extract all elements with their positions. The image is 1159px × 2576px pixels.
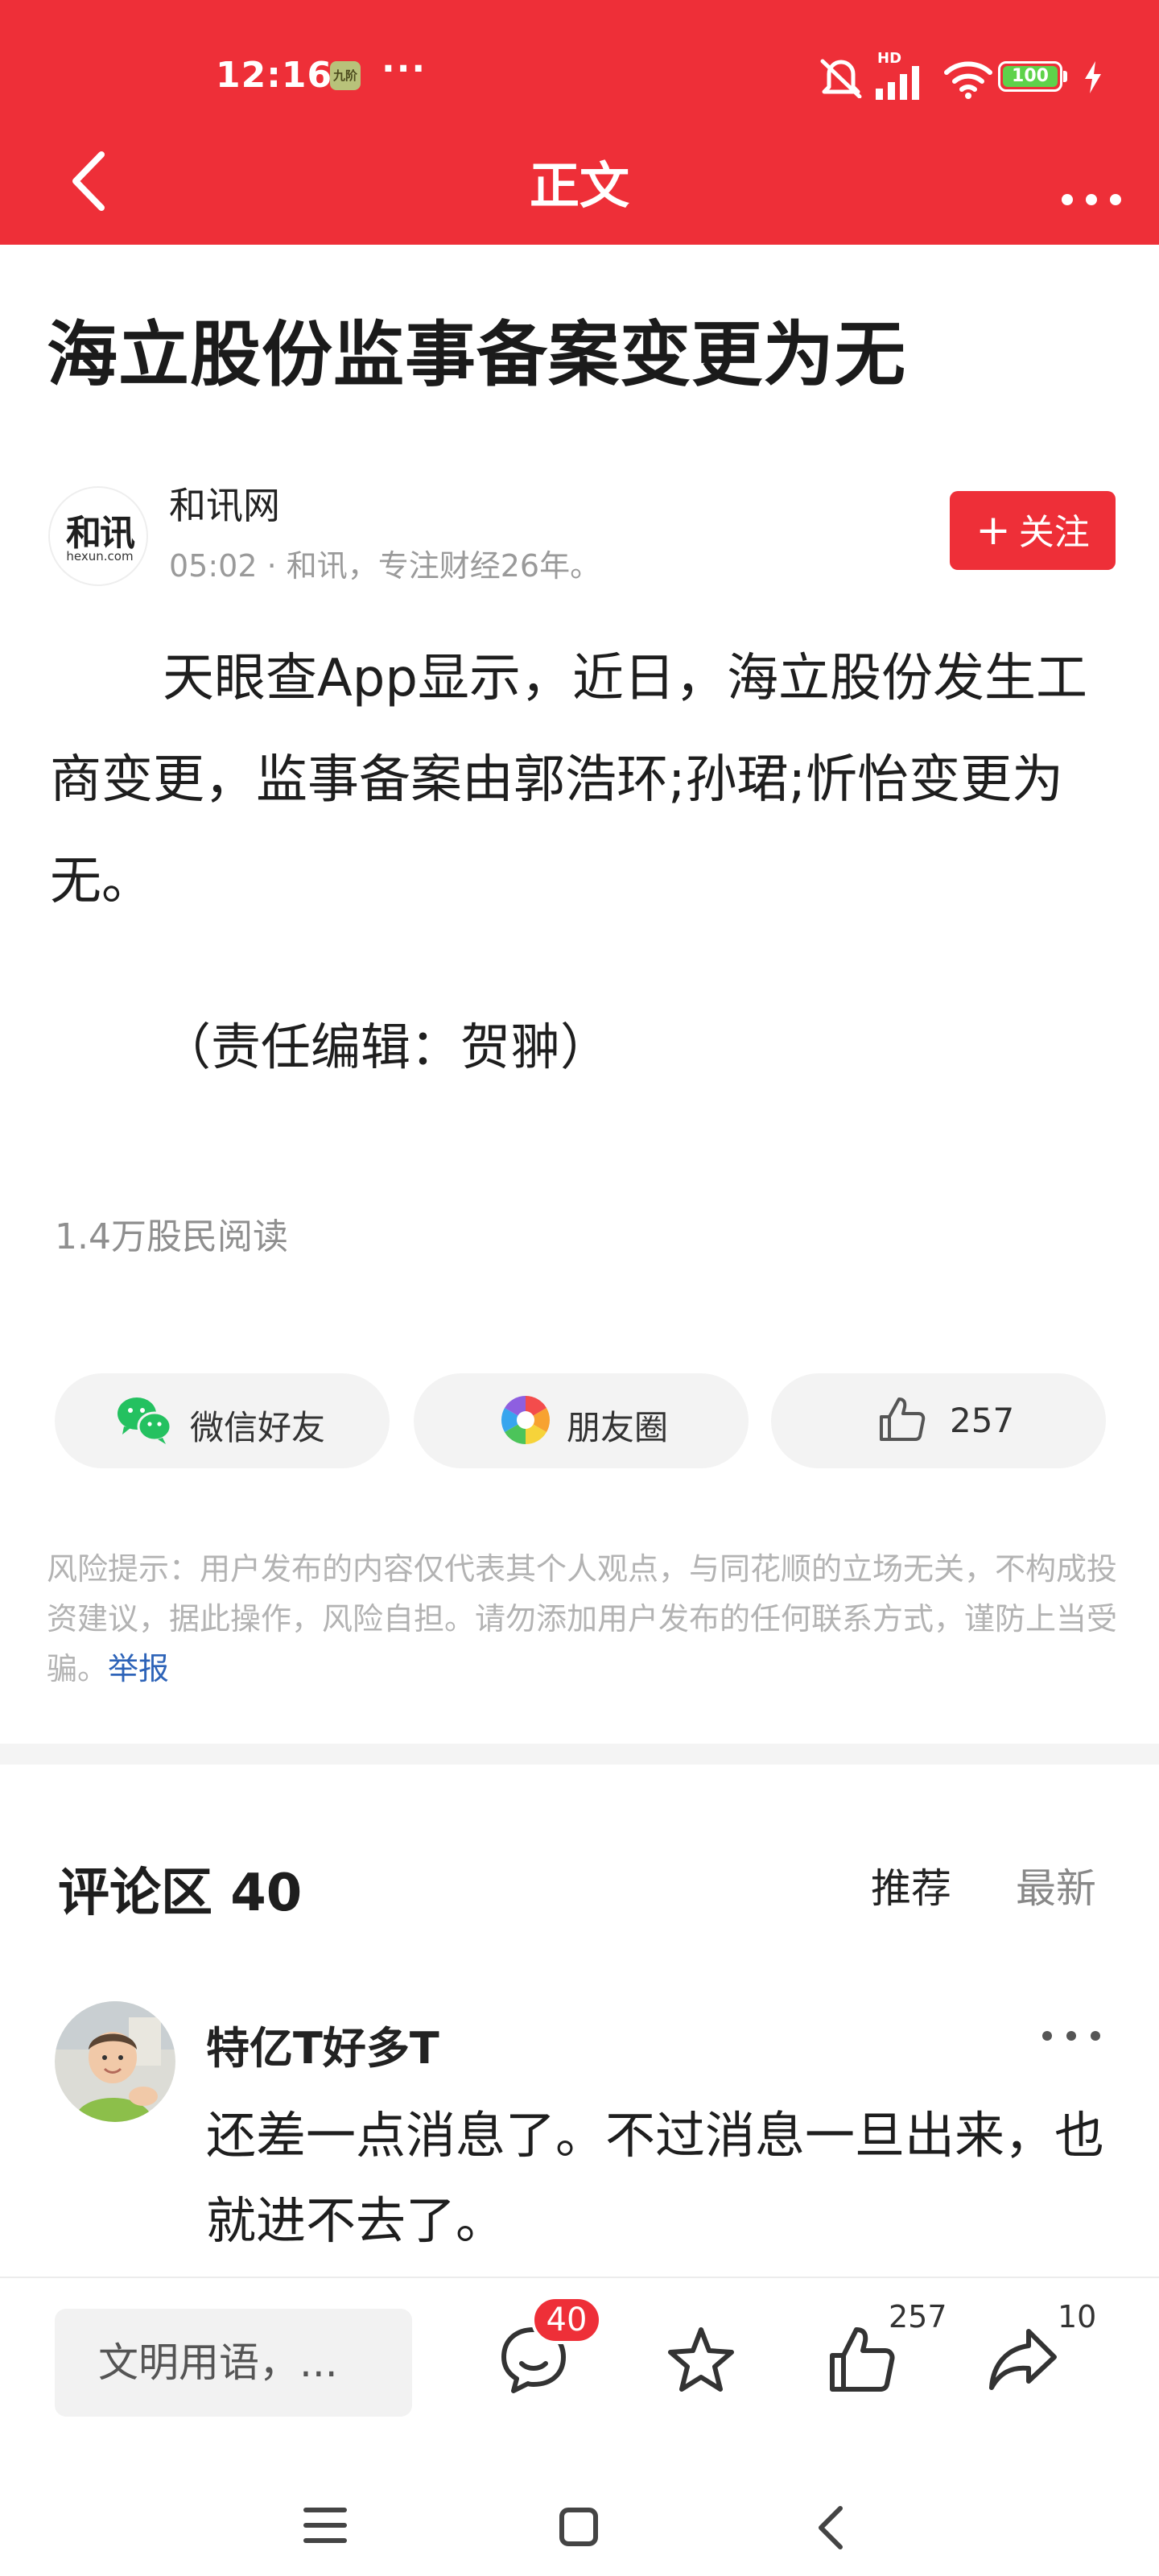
article-headline: 海立股份监事备案变更为无: [47, 313, 907, 396]
more-horizontal-icon: [1062, 194, 1121, 205]
article-like-count: 257: [950, 1401, 1015, 1440]
comment-text: 还差一点消息了。不过消息一旦出来，也就进不去了。: [206, 2106, 1105, 2250]
comments-button[interactable]: 40: [489, 2296, 602, 2404]
more-horizontal-icon: [1042, 2031, 1100, 2041]
mute-icon: [820, 59, 862, 98]
star-icon: [668, 2327, 734, 2392]
read-count: 1.4万股民阅读: [55, 1216, 288, 1257]
comment-count-badge: 40: [531, 2296, 602, 2344]
avatar-photo: [55, 2001, 175, 2122]
section-divider: [0, 1744, 1159, 1765]
charging-icon: [1085, 61, 1101, 93]
source-name[interactable]: 和讯网: [169, 477, 280, 530]
favorite-button[interactable]: [657, 2323, 745, 2404]
plus-icon: +: [975, 506, 1011, 555]
share-count: 10: [1058, 2299, 1097, 2334]
report-link[interactable]: 举报: [108, 1651, 169, 1686]
moments-icon: [501, 1396, 551, 1444]
source-meta: 05:02 · 和讯，专注财经26年。: [169, 548, 601, 584]
share-arrow-icon: [989, 2329, 1057, 2390]
sort-recommended-tab[interactable]: 推荐: [871, 1856, 951, 1914]
wechat-icon: [118, 1397, 172, 1444]
bottom-action-bar: 文明用语，... 40 257 10: [0, 2277, 1159, 2438]
like-button[interactable]: 257: [818, 2299, 947, 2404]
thumbs-up-icon: [830, 2327, 895, 2392]
source-logo-text: 和讯: [66, 513, 135, 554]
like-count: 257: [889, 2299, 947, 2334]
battery-indicator: 100: [998, 61, 1067, 92]
article-body: 天眼查App显示，近日，海立股份发生工商变更，监事备案由郭浩环;孙珺;忻怡变更为…: [50, 649, 1088, 911]
wifi-icon: [944, 61, 992, 99]
source-avatar[interactable]: 和讯 hexun.com: [48, 486, 148, 586]
article-page: 12:16 九阶 ··· HD 100 正文 海立股份监事备案变更为无 和讯 h…: [0, 0, 1159, 2576]
article-like-button[interactable]: 257: [771, 1373, 1106, 1468]
risk-text: 风险提示：用户发布的内容仅代表其个人观点，与同花顺的立场无关，不构成投资建议，据…: [47, 1551, 1118, 1686]
share-moments-label: 朋友圈: [567, 1408, 669, 1447]
commenter-avatar[interactable]: [55, 2001, 175, 2122]
more-notifications-icon: ···: [382, 48, 427, 89]
top-bar: 12:16 九阶 ··· HD 100 正文: [0, 0, 1159, 245]
follow-button[interactable]: + 关注: [950, 491, 1116, 570]
sort-newest-tab[interactable]: 最新: [1016, 1856, 1096, 1914]
more-options-button[interactable]: [1051, 153, 1132, 217]
share-wechat-label: 微信好友: [190, 1408, 326, 1447]
share-button[interactable]: 10: [979, 2299, 1096, 2404]
comment-input[interactable]: 文明用语，...: [55, 2309, 412, 2417]
share-moments-button[interactable]: 朋友圈: [414, 1373, 749, 1468]
status-time: 12:16: [216, 55, 333, 96]
article-editor: （责任编辑：贺翀）: [161, 1018, 611, 1076]
signal-icon: [876, 66, 919, 100]
home-square-icon: [559, 2508, 598, 2546]
commenter-name[interactable]: 特亿T好多T: [206, 2013, 439, 2076]
menu-icon: [303, 2508, 347, 2543]
risk-disclaimer: 风险提示：用户发布的内容仅代表其个人观点，与同花顺的立场无关，不构成投资建议，据…: [47, 1544, 1120, 1694]
comment-more-button[interactable]: [1035, 2016, 1107, 2056]
nav-bar: 正文: [0, 129, 1159, 245]
chevron-left-icon: [819, 2506, 843, 2549]
system-back-button[interactable]: [813, 2504, 848, 2552]
thumbs-up-icon: [880, 1397, 926, 1441]
comments-title: 评论区 40: [58, 1864, 303, 1923]
follow-label: 关注: [1018, 512, 1090, 553]
app-notification-icon: 九阶: [330, 61, 361, 90]
source-logo-domain: hexun.com: [66, 549, 134, 564]
recent-apps-button[interactable]: [303, 2505, 348, 2545]
share-wechat-button[interactable]: 微信好友: [55, 1373, 390, 1468]
system-nav-bar: [0, 2438, 1159, 2576]
page-title: 正文: [529, 156, 629, 215]
home-button[interactable]: [559, 2507, 599, 2547]
